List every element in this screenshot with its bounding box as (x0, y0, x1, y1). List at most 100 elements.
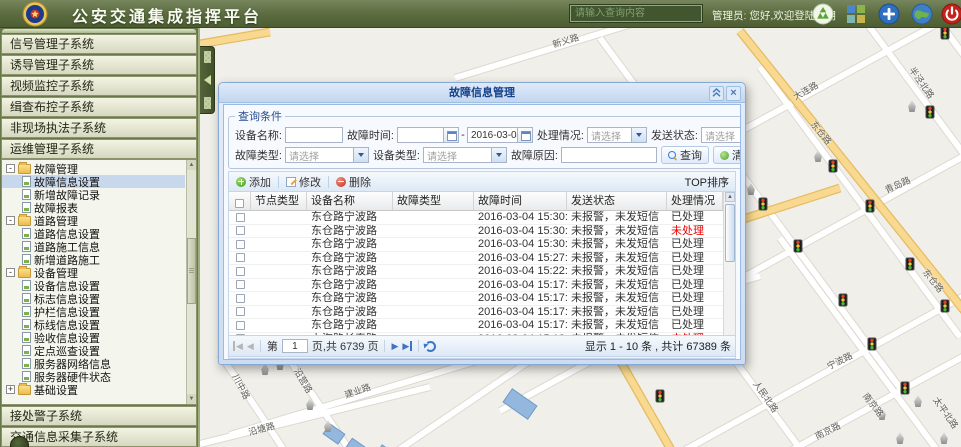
sidebar-item[interactable]: 缉查布控子系统 (1, 97, 197, 117)
scroll-up-icon[interactable]: ▲ (725, 192, 735, 202)
recycle-icon[interactable] (812, 3, 834, 25)
refresh-icon[interactable] (425, 341, 436, 352)
delete-button[interactable]: 删除 (331, 174, 376, 190)
tree-item[interactable]: 新增故障记录 (2, 188, 185, 201)
column-fault-time[interactable]: 故障时间 (474, 192, 567, 210)
add-icon[interactable] (878, 3, 900, 25)
row-checkbox[interactable] (236, 307, 245, 316)
next-page-button[interactable]: ▶ (391, 341, 398, 351)
first-page-button[interactable]: ◀ (233, 341, 243, 351)
traffic-light-icon[interactable] (906, 258, 915, 271)
page-number-input[interactable] (282, 339, 308, 353)
column-node-type[interactable]: 节点类型 (251, 192, 307, 210)
fault-time-to-field[interactable]: 2016-03-04 (467, 127, 533, 143)
tree-item[interactable]: 新增道路施工 (2, 253, 185, 266)
tree-scrollbar[interactable]: ▲ ▼ (186, 160, 196, 404)
collapse-icon[interactable]: - (6, 216, 15, 225)
traffic-light-icon[interactable] (794, 240, 803, 253)
table-row[interactable]: 东仓路宁波路 2016-03-04 15:27:00 未报警，未发短信 已处理 … (229, 252, 723, 266)
column-fault-type[interactable]: 故障类型 (393, 192, 474, 210)
row-checkbox[interactable] (236, 213, 245, 222)
row-checkbox[interactable] (236, 294, 245, 303)
search-button[interactable]: 查询 (661, 146, 709, 164)
collapse-icon[interactable]: - (6, 164, 15, 173)
scroll-down-icon[interactable]: ▼ (187, 394, 196, 404)
dropdown-arrow-icon[interactable] (353, 148, 368, 162)
column-send-status[interactable]: 发送状态 (567, 192, 667, 210)
traffic-light-icon[interactable] (941, 300, 950, 313)
table-row[interactable]: 东仓路宁波路 2016-03-04 15:30:00 未报警，未发短信 未处理 … (229, 225, 723, 239)
row-checkbox[interactable] (236, 321, 245, 330)
traffic-light-icon[interactable] (656, 390, 665, 403)
camera-icon[interactable] (305, 398, 315, 410)
dropdown-arrow-icon[interactable] (631, 128, 646, 142)
traffic-light-icon[interactable] (901, 382, 910, 395)
scrollbar-thumb[interactable] (725, 204, 735, 262)
camera-icon[interactable] (913, 395, 923, 407)
grid-vertical-scrollbar[interactable]: ▲ ▼ (723, 192, 735, 345)
window-close-button[interactable]: × (726, 86, 741, 101)
window-collapse-button[interactable] (709, 86, 724, 101)
select-all-checkbox[interactable] (235, 199, 244, 208)
tree-item[interactable]: 故障报表 (2, 201, 185, 214)
camera-icon[interactable] (813, 150, 823, 162)
camera-icon[interactable] (907, 100, 917, 112)
traffic-light-icon[interactable] (868, 338, 877, 351)
traffic-light-icon[interactable] (941, 27, 950, 40)
fault-type-select[interactable]: 请选择 (285, 147, 369, 163)
row-checkbox[interactable] (236, 267, 245, 276)
sidebar-item-yunwei[interactable]: 运维管理子系统 (1, 139, 197, 159)
dropdown-arrow-icon[interactable] (491, 148, 506, 162)
camera-icon[interactable] (895, 432, 905, 444)
send-status-select[interactable]: 请选择 (701, 127, 741, 143)
sidebar-item[interactable]: 非现场执法子系统 (1, 118, 197, 138)
calendar-icon[interactable] (517, 128, 532, 142)
table-row[interactable]: 东仓路宁波路 2016-03-04 15:17:01 未报警，未发短信 已处理 … (229, 292, 723, 306)
apps-grid-icon[interactable] (845, 3, 867, 25)
traffic-light-icon[interactable] (839, 294, 848, 307)
scrollbar-thumb[interactable] (187, 238, 196, 304)
sidebar-item[interactable]: 接处警子系统 (1, 406, 197, 426)
expand-icon[interactable]: + (6, 385, 15, 394)
clear-button[interactable]: 清除 (713, 146, 741, 164)
row-checkbox[interactable] (236, 280, 245, 289)
row-checkbox[interactable] (236, 226, 245, 235)
traffic-light-icon[interactable] (926, 106, 935, 119)
row-checkbox[interactable] (236, 240, 245, 249)
device-name-input[interactable] (285, 127, 343, 143)
table-row[interactable]: 东仓路宁波路 2016-03-04 15:17:01 未报警，未发短信 已处理 … (229, 279, 723, 293)
column-process-status[interactable]: 处理情况 (667, 192, 723, 210)
sidebar-item[interactable]: 视频监控子系统 (1, 76, 197, 96)
fault-time-from-field[interactable] (397, 127, 459, 143)
scroll-up-icon[interactable]: ▲ (187, 160, 196, 170)
camera-icon[interactable] (939, 432, 949, 444)
sidebar-collapse-handle[interactable] (200, 46, 215, 114)
collapse-icon[interactable]: - (6, 268, 15, 277)
table-row[interactable]: 东仓路宁波路 2016-03-04 15:30:00 未报警，未发短信 已处理 … (229, 211, 723, 225)
header-search-input[interactable] (570, 5, 702, 22)
power-icon[interactable] (941, 3, 961, 25)
table-row[interactable]: 东仓路宁波路 2016-03-04 15:30:00 未报警，未发短信 已处理 … (229, 238, 723, 252)
device-type-select[interactable]: 请选择 (423, 147, 507, 163)
prev-page-button[interactable]: ◀ (247, 341, 254, 351)
globe-icon[interactable] (911, 3, 933, 25)
window-titlebar[interactable]: 故障信息管理 × (219, 83, 745, 103)
edit-button[interactable]: 修改 (281, 174, 326, 190)
table-row[interactable]: 东仓路宁波路 2016-03-04 15:17:01 未报警，未发短信 已处理 … (229, 306, 723, 320)
column-device-name[interactable]: 设备名称 (307, 192, 393, 210)
process-status-select[interactable]: 请选择 (587, 127, 647, 143)
sidebar-item[interactable]: 诱导管理子系统 (1, 55, 197, 75)
table-row[interactable]: 东仓路宁波路 2016-03-04 15:22:50 未报警，未发短信 已处理 … (229, 265, 723, 279)
sidebar-item[interactable]: 信号管理子系统 (1, 34, 197, 54)
row-checkbox[interactable] (236, 253, 245, 262)
tree-item[interactable]: 服务器硬件状态 (2, 370, 185, 383)
traffic-light-icon[interactable] (866, 200, 875, 213)
traffic-light-icon[interactable] (829, 160, 838, 173)
traffic-light-icon[interactable] (759, 198, 768, 211)
add-button[interactable]: 添加 (231, 174, 276, 190)
last-page-button[interactable]: ▶ (402, 341, 412, 351)
calendar-icon[interactable] (443, 128, 458, 142)
sidebar-item[interactable]: 交通信息采集子系统 (1, 427, 197, 447)
table-row[interactable]: 东仓路宁波路 2016-03-04 15:17:01 未报警，未发短信 已处理 … (229, 319, 723, 333)
fault-reason-input[interactable] (561, 147, 657, 163)
